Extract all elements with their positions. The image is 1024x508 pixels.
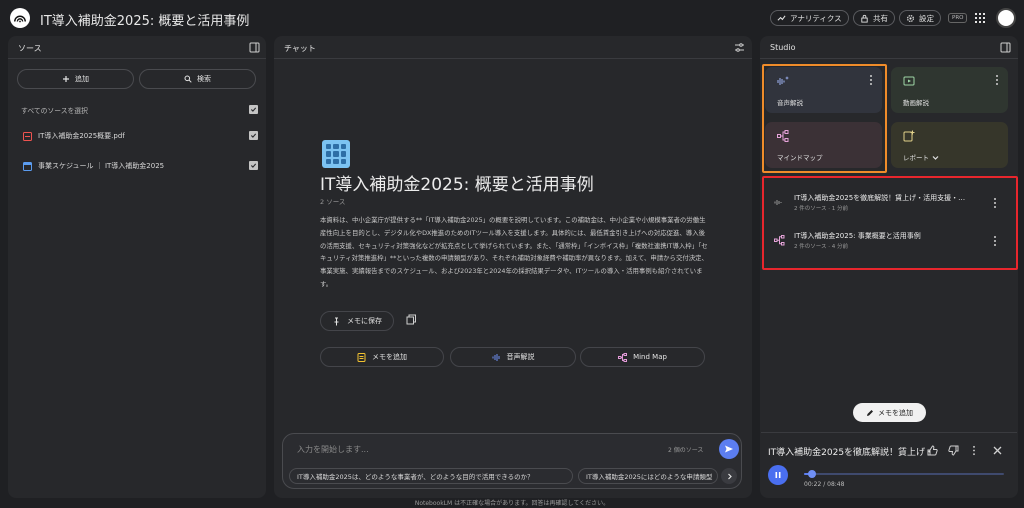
suggestion-chip[interactable]: IT導入補助金2025は、どのような事業者が、どのような目的で活用できるのか？ — [289, 468, 573, 484]
plus-icon — [63, 76, 69, 82]
notebooklm-logo-icon[interactable] — [10, 8, 30, 28]
chat-input[interactable]: 入力を開始します... — [297, 444, 369, 455]
search-icon — [184, 75, 192, 83]
check-icon — [250, 133, 257, 138]
collapse-panel-icon[interactable] — [249, 42, 260, 53]
save-to-memo-label: メモに保存 — [347, 317, 382, 325]
video-overview-card[interactable]: 動画解説 — [891, 67, 1008, 113]
share-label: 共有 — [873, 13, 888, 23]
source-label: 事業スケジュール ｜ IT導入補助金2025 — [38, 162, 165, 170]
chevron-down-icon — [932, 155, 939, 160]
pin-icon — [334, 317, 339, 325]
check-icon — [250, 107, 257, 112]
player-title: IT導入補助金2025を徹底解説！賃上げ・ — [768, 448, 935, 458]
video-play-icon — [903, 76, 915, 86]
report-label: レポート — [903, 152, 939, 162]
source-label: IT導入補助金2025概要.pdf — [38, 132, 125, 140]
source-checkbox[interactable] — [249, 161, 258, 170]
pencil-icon — [867, 409, 873, 416]
next-suggestions-button[interactable] — [721, 468, 737, 484]
player-time: 00:22 / 08:48 — [804, 481, 845, 488]
report-add-icon — [903, 130, 915, 142]
notebook-heading: IT導入補助金2025: 概要と活用事例 — [320, 175, 594, 195]
gear-icon — [907, 14, 914, 22]
sources-heading: ソース — [18, 44, 42, 53]
web-page-icon — [23, 161, 32, 171]
notebook-title[interactable]: IT導入補助金2025: 概要と活用事例 — [40, 10, 249, 29]
audio-progress-slider[interactable] — [804, 470, 1004, 478]
report-card[interactable]: レポート — [891, 122, 1008, 168]
mind-map-icon — [618, 352, 628, 362]
audio-overview-chat-button[interactable]: 音声解説 — [450, 347, 576, 367]
highlight-box-orange — [762, 64, 887, 173]
apps-grid-icon[interactable] — [974, 12, 986, 24]
input-source-count: 2 個のソース — [668, 447, 704, 454]
thumbs-down-icon[interactable] — [948, 445, 959, 456]
thumbs-up-icon[interactable] — [927, 445, 938, 456]
suggestion-chip[interactable]: IT導入補助金2025にはどのような申請類型 — [578, 468, 718, 484]
disclaimer-footer: NotebookLM は不正確な場合があります。回答は再確認してください。 — [414, 500, 610, 507]
pause-icon — [775, 472, 781, 478]
add-source-label: 追加 — [75, 75, 89, 83]
pause-button[interactable] — [768, 465, 788, 485]
search-source-button[interactable]: 検索 — [139, 69, 256, 89]
settings-button[interactable]: 設定 — [899, 10, 941, 26]
panel-divider — [8, 58, 266, 59]
player-divider — [761, 432, 1017, 433]
send-button[interactable] — [719, 439, 739, 459]
lock-icon — [861, 14, 868, 23]
search-source-label: 検索 — [197, 75, 211, 83]
user-avatar[interactable] — [996, 8, 1016, 28]
add-note-chat-button[interactable]: メモを追加 — [320, 347, 444, 367]
check-icon — [250, 163, 257, 168]
select-all-checkbox[interactable] — [249, 105, 258, 114]
top-bar: IT導入補助金2025: 概要と活用事例 アナリティクス 共有 設定 PRO — [0, 0, 1024, 36]
add-note-button[interactable]: メモを追加 — [853, 403, 926, 422]
send-icon — [725, 445, 733, 453]
source-item[interactable]: 事業スケジュール ｜ IT導入補助金2025 — [23, 161, 164, 171]
panel-divider — [760, 58, 1018, 59]
add-note-chat-label: メモを追加 — [372, 353, 407, 361]
office-building-icon — [322, 140, 350, 168]
pdf-icon — [23, 131, 32, 141]
audio-overview-chat-label: 音声解説 — [506, 353, 535, 361]
video-overview-label: 動画解説 — [903, 99, 929, 107]
collapse-panel-icon[interactable] — [1000, 42, 1011, 53]
chevron-right-icon — [727, 473, 732, 479]
chat-input-box[interactable]: 入力を開始します... 2 個のソース IT導入補助金2025は、どのような事業… — [282, 433, 742, 489]
select-all-label: すべてのソースを選択 — [21, 107, 88, 115]
source-item[interactable]: IT導入補助金2025概要.pdf — [23, 131, 125, 141]
highlight-box-red — [762, 176, 1018, 270]
close-icon[interactable] — [992, 445, 1003, 456]
notebook-summary: 本資料は、中小企業庁が提供する**「IT導入補助金2025」の概要を説明していま… — [320, 216, 708, 288]
panel-divider — [274, 58, 752, 59]
chat-heading: チャット — [284, 44, 316, 53]
source-count: 2 ソース — [320, 198, 346, 206]
analytics-label: アナリティクス — [790, 13, 842, 23]
studio-heading: Studio — [770, 43, 796, 52]
settings-label: 設定 — [919, 13, 934, 23]
note-icon — [357, 352, 366, 362]
trending-icon — [777, 14, 786, 21]
more-vert-icon[interactable] — [971, 445, 977, 456]
source-checkbox[interactable] — [249, 131, 258, 140]
analytics-button[interactable]: アナリティクス — [770, 10, 849, 26]
share-button[interactable]: 共有 — [853, 10, 895, 26]
tune-settings-icon[interactable] — [734, 42, 745, 53]
sources-panel: ソース 追加 検索 すべてのソースを選択 IT導入補助金2025概要.pdf 事… — [8, 36, 266, 498]
audio-wave-icon — [492, 353, 499, 361]
add-note-label: メモを追加 — [878, 408, 913, 417]
mind-map-chat-button[interactable]: Mind Map — [580, 347, 705, 367]
save-to-memo-button[interactable]: メモに保存 — [320, 311, 394, 331]
pro-badge: PRO — [948, 13, 968, 23]
copy-icon[interactable] — [406, 314, 417, 325]
add-source-button[interactable]: 追加 — [17, 69, 134, 89]
report-label-text: レポート — [903, 154, 929, 162]
mind-map-chat-label: Mind Map — [633, 353, 667, 361]
more-vert-icon[interactable] — [994, 74, 1000, 86]
